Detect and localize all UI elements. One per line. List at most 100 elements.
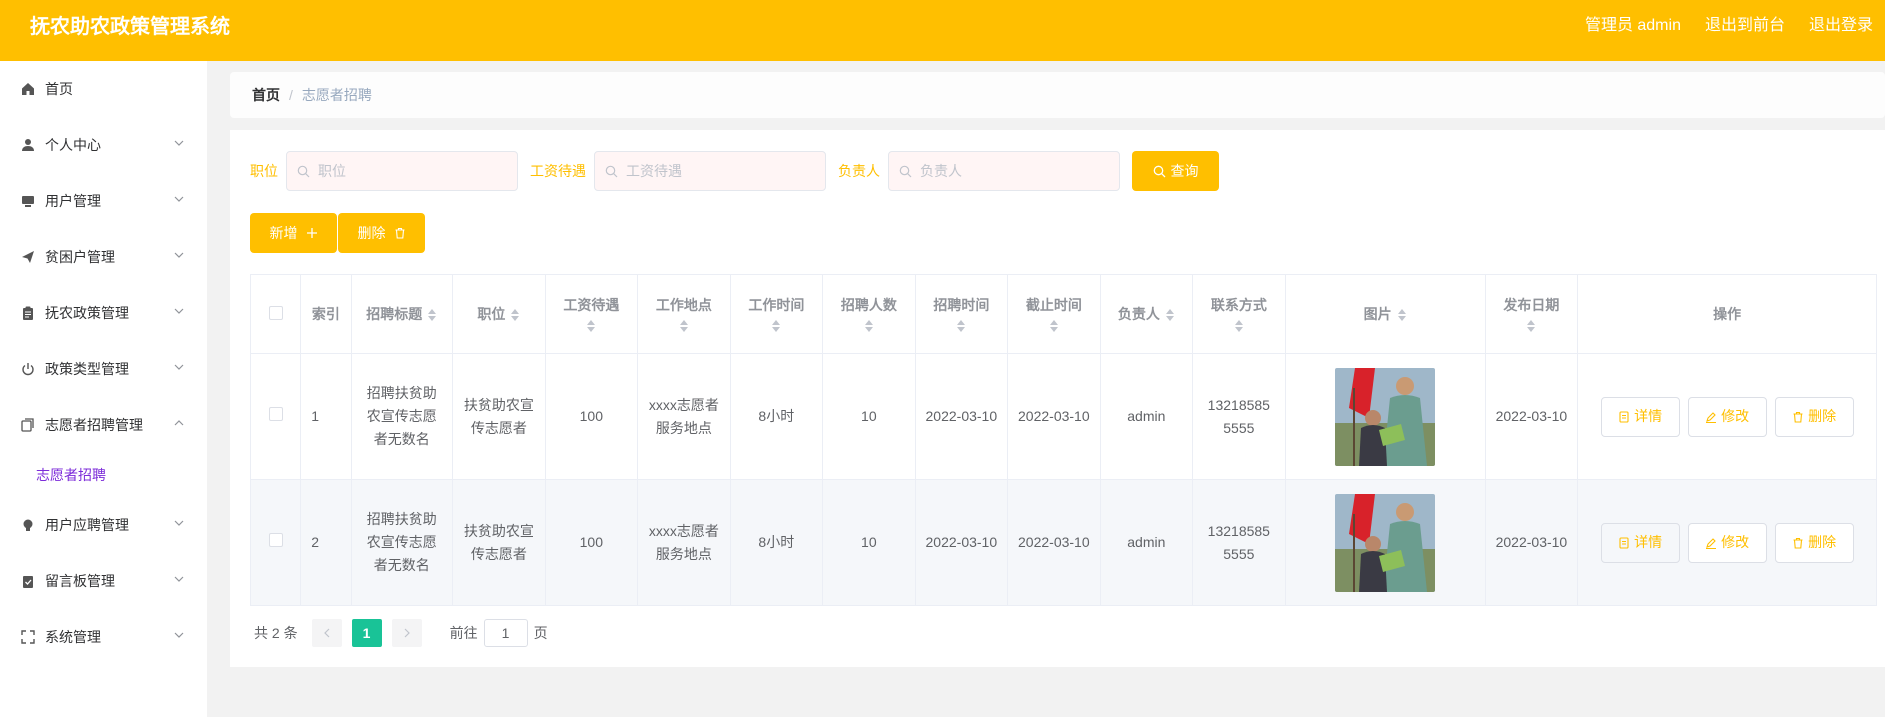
trash-icon bbox=[1793, 537, 1803, 549]
select-all-checkbox[interactable] bbox=[268, 305, 283, 320]
add-button-label: 新增 bbox=[269, 225, 298, 241]
delete-label: 删除 bbox=[1808, 534, 1837, 550]
total-count: 共 2 条 bbox=[254, 625, 298, 641]
logout-link[interactable]: 退出登录 bbox=[1809, 11, 1873, 35]
detail-button[interactable]: 详情 bbox=[1600, 396, 1680, 437]
sort-icon[interactable] bbox=[1234, 319, 1244, 333]
cell-hours: 8小时 bbox=[729, 353, 824, 480]
sort-icon[interactable] bbox=[1165, 308, 1175, 322]
cell-title: 招聘扶贫助农宣传志愿者无数名 bbox=[350, 479, 454, 606]
cell-start: 2022-03-10 bbox=[914, 479, 1009, 606]
sidebar-item-home[interactable]: 首页 bbox=[0, 61, 207, 117]
chevron-down-icon bbox=[174, 576, 184, 582]
sort-icon[interactable] bbox=[679, 319, 689, 333]
chevron-down-icon bbox=[174, 364, 184, 370]
query-button-label: 查询 bbox=[1170, 163, 1199, 179]
sidebar-item-label: 首页 bbox=[45, 81, 73, 97]
col-image[interactable]: 图片 bbox=[1284, 274, 1486, 354]
recruitment-table: 索引 招聘标题 职位 工资待遇 工作地点 工作时间 招聘人数 招聘时间 截止时间… bbox=[249, 274, 1877, 606]
owner-search-input[interactable]: 负责人 bbox=[888, 151, 1120, 191]
chevron-down-icon bbox=[174, 520, 184, 526]
query-button[interactable]: 查询 bbox=[1132, 151, 1219, 191]
sidebar-item-user-management[interactable]: 用户管理 bbox=[0, 173, 207, 229]
cell-location: xxxx志愿者服务地点 bbox=[637, 479, 731, 606]
search-icon bbox=[1153, 165, 1165, 177]
sidebar-item-poor-household[interactable]: 贫困户管理 bbox=[0, 229, 207, 285]
sidebar-item-label: 个人中心 bbox=[45, 137, 101, 153]
add-button[interactable]: 新增 bbox=[250, 213, 337, 253]
row-checkbox[interactable] bbox=[268, 533, 283, 547]
position-search-input[interactable]: 职位 bbox=[286, 151, 518, 191]
cell-actions: 详情 修改 删除 bbox=[1577, 479, 1877, 606]
pagination: 共 2 条 1 前往 1 页 bbox=[254, 619, 548, 647]
sidebar-item-label: 系统管理 bbox=[45, 629, 101, 645]
sort-icon[interactable] bbox=[427, 308, 437, 322]
search-icon bbox=[297, 165, 310, 177]
sidebar-item-personal-center[interactable]: 个人中心 bbox=[0, 117, 207, 173]
row-select-cell bbox=[249, 353, 302, 480]
page-number-button[interactable]: 1 bbox=[351, 619, 382, 647]
sidebar-item-label: 抚农政策管理 bbox=[45, 305, 129, 321]
col-end[interactable]: 截止时间 bbox=[1007, 274, 1101, 354]
detail-button[interactable]: 详情 bbox=[1600, 522, 1680, 563]
col-owner[interactable]: 负责人 bbox=[1099, 274, 1194, 354]
sort-icon[interactable] bbox=[956, 319, 966, 333]
prev-page-button[interactable] bbox=[311, 619, 342, 647]
sort-icon[interactable] bbox=[1397, 308, 1407, 322]
detail-label: 详情 bbox=[1634, 408, 1663, 424]
chevron-right-icon bbox=[404, 628, 410, 638]
col-salary[interactable]: 工资待遇 bbox=[544, 274, 639, 354]
sidebar-item-label: 用户应聘管理 bbox=[45, 517, 129, 533]
row-select-cell bbox=[249, 479, 302, 606]
col-title[interactable]: 招聘标题 bbox=[350, 274, 454, 354]
sort-icon[interactable] bbox=[1526, 319, 1536, 333]
edit-icon bbox=[1706, 411, 1717, 423]
sidebar-subitem-volunteer-recruitment[interactable]: 志愿者招聘 bbox=[0, 453, 207, 497]
search-icon bbox=[899, 165, 912, 177]
trash-icon bbox=[395, 227, 404, 239]
col-hours[interactable]: 工作时间 bbox=[729, 274, 824, 354]
sort-icon[interactable] bbox=[586, 319, 596, 333]
col-count[interactable]: 招聘人数 bbox=[822, 274, 916, 354]
col-phone[interactable]: 联系方式 bbox=[1192, 274, 1286, 354]
fullscreen-icon bbox=[20, 630, 35, 645]
breadcrumb-home[interactable]: 首页 bbox=[252, 85, 280, 105]
copy-icon bbox=[20, 418, 35, 433]
goto-page-input[interactable]: 1 bbox=[483, 619, 528, 647]
owner-placeholder: 负责人 bbox=[920, 163, 962, 179]
col-location[interactable]: 工作地点 bbox=[637, 274, 731, 354]
recruitment-photo[interactable] bbox=[1335, 493, 1436, 592]
cell-image bbox=[1284, 479, 1486, 606]
edit-button[interactable]: 修改 bbox=[1687, 522, 1767, 563]
sort-icon[interactable] bbox=[510, 308, 520, 322]
chevron-up-icon bbox=[174, 420, 184, 426]
sidebar-item-system[interactable]: 系统管理 bbox=[0, 609, 207, 665]
edit-button[interactable]: 修改 bbox=[1687, 396, 1767, 437]
col-date[interactable]: 发布日期 bbox=[1484, 274, 1579, 354]
row-checkbox[interactable] bbox=[268, 407, 283, 421]
exit-to-front-link[interactable]: 退出到前台 bbox=[1705, 11, 1785, 35]
sidebar-item-policy-management[interactable]: 抚农政策管理 bbox=[0, 285, 207, 341]
recruitment-photo[interactable] bbox=[1335, 367, 1436, 466]
delete-button[interactable]: 删除 bbox=[1774, 396, 1854, 437]
sidebar-item-policy-type[interactable]: 政策类型管理 bbox=[0, 341, 207, 397]
col-position[interactable]: 职位 bbox=[452, 274, 546, 354]
chevron-down-icon bbox=[174, 308, 184, 314]
cell-hours: 8小时 bbox=[729, 479, 824, 606]
sidebar-item-volunteer-recruitment[interactable]: 志愿者招聘管理 bbox=[0, 397, 207, 453]
sidebar-item-applications[interactable]: 用户应聘管理 bbox=[0, 497, 207, 553]
sidebar-item-message-board[interactable]: 留言板管理 bbox=[0, 553, 207, 609]
next-page-button[interactable] bbox=[391, 619, 422, 647]
bulk-delete-button[interactable]: 删除 bbox=[338, 213, 425, 253]
sort-icon[interactable] bbox=[864, 319, 874, 333]
col-start[interactable]: 招聘时间 bbox=[914, 274, 1009, 354]
salary-search-input[interactable]: 工资待遇 bbox=[594, 151, 826, 191]
delete-button[interactable]: 删除 bbox=[1774, 522, 1854, 563]
sort-icon[interactable] bbox=[1049, 319, 1059, 333]
document-icon bbox=[1619, 536, 1629, 549]
sort-icon[interactable] bbox=[771, 319, 781, 333]
cell-position: 扶贫助农宣传志愿者 bbox=[452, 353, 546, 480]
chevron-down-icon bbox=[174, 632, 184, 638]
search-bar: 职位 职位 工资待遇 工资待遇 负责人 负责人 查询 bbox=[250, 151, 1219, 191]
chevron-down-icon bbox=[174, 140, 184, 146]
